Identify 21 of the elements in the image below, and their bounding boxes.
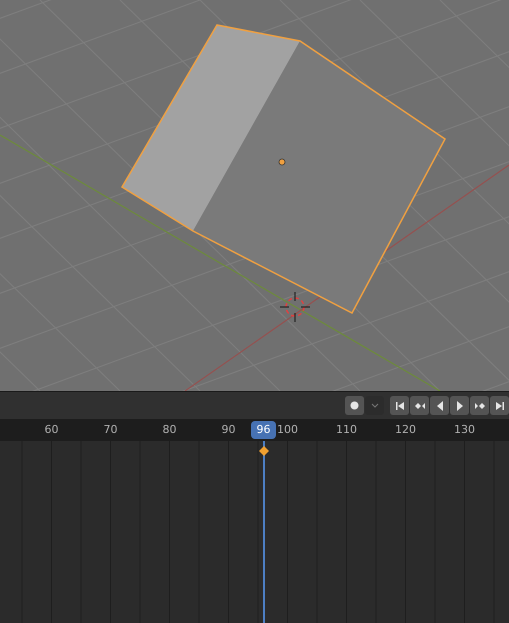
record-icon [350,401,359,410]
skip-back-icon [394,400,406,412]
frame-number: 100 [277,422,298,438]
skip-forward-icon [494,400,506,412]
frame-number: 80 [162,422,176,438]
chevron-down-icon [370,403,378,408]
record-button[interactable] [345,396,364,415]
frame-number: 120 [395,422,416,438]
frame-number: 110 [336,422,357,438]
frame-number: 60 [44,422,58,438]
next-keyframe-button[interactable] [470,396,489,415]
frame-number: 70 [104,422,118,438]
keyframe-icon [259,446,269,456]
play-reverse-button[interactable] [430,396,449,415]
current-frame-indicator[interactable]: 96 [251,421,276,439]
previous-keyframe-button[interactable] [410,396,429,415]
frame-number: 90 [222,422,236,438]
skip-forward-button[interactable] [490,396,509,415]
skip-back-button[interactable] [390,396,409,415]
frame-number: 130 [454,422,475,438]
play-button[interactable] [450,396,469,415]
